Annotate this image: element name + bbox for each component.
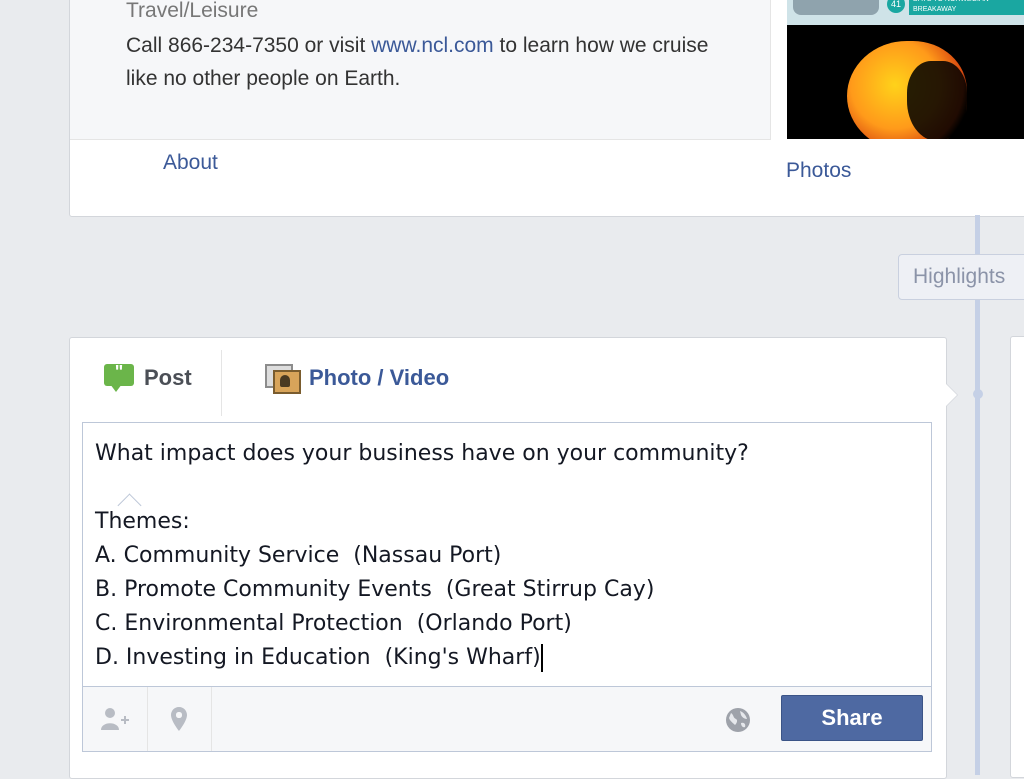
page-category: Travel/Leisure xyxy=(126,0,259,22)
description-text-pre: Call 866-234-7350 or visit xyxy=(126,34,372,57)
right-column-card xyxy=(1010,336,1024,778)
composer-tabs: " Post Photo / Video xyxy=(70,338,946,422)
add-location-button[interactable] xyxy=(147,687,212,751)
audience-globe-icon[interactable] xyxy=(725,707,751,733)
photos-link[interactable]: Photos xyxy=(786,159,851,183)
photo-video-icon xyxy=(265,364,301,394)
timeline-dot xyxy=(973,389,983,399)
about-link[interactable]: About xyxy=(163,151,218,175)
tab-photo-video[interactable]: Photo / Video xyxy=(265,364,450,394)
tab-post[interactable]: " Post xyxy=(104,363,192,392)
tab-divider xyxy=(221,350,222,416)
post-text-value: What impact does your business have on y… xyxy=(95,441,749,670)
tag-people-icon xyxy=(101,708,129,730)
about-description: Call 866-234-7350 or visit www.ncl.com t… xyxy=(126,29,726,95)
banner-text: DAYS TO NORWEGIAN BREAKAWAY xyxy=(909,0,1024,15)
post-text-content[interactable]: What impact does your business have on y… xyxy=(95,437,921,675)
share-button[interactable]: Share xyxy=(781,695,923,741)
post-textarea[interactable]: What impact does your business have on y… xyxy=(82,422,932,686)
banner-badge: 41 xyxy=(887,0,905,13)
tab-photo-video-label: Photo / Video xyxy=(309,365,450,390)
composer-footer: Share xyxy=(82,686,932,752)
location-icon xyxy=(171,707,187,731)
photo-banner: 41 DAYS TO NORWEGIAN BREAKAWAY xyxy=(787,0,1024,25)
composer-pointer xyxy=(944,382,957,408)
tag-people-button[interactable] xyxy=(83,687,148,751)
about-info-panel: Travel/Leisure Call 866-234-7350 or visi… xyxy=(70,0,771,140)
portrait-shadow xyxy=(907,61,967,139)
cruise-ship-graphic xyxy=(793,0,879,15)
status-update-icon: " xyxy=(104,363,134,392)
post-composer: " Post Photo / Video What impact does yo… xyxy=(69,337,947,779)
page-about-card: Travel/Leisure Call 866-234-7350 or visi… xyxy=(69,0,1024,217)
text-cursor xyxy=(540,644,543,672)
highlights-button[interactable]: Highlights xyxy=(898,254,1024,300)
photos-thumbnail[interactable]: 41 DAYS TO NORWEGIAN BREAKAWAY xyxy=(787,0,1024,139)
website-link[interactable]: www.ncl.com xyxy=(371,34,494,57)
tab-post-label: Post xyxy=(144,365,192,390)
